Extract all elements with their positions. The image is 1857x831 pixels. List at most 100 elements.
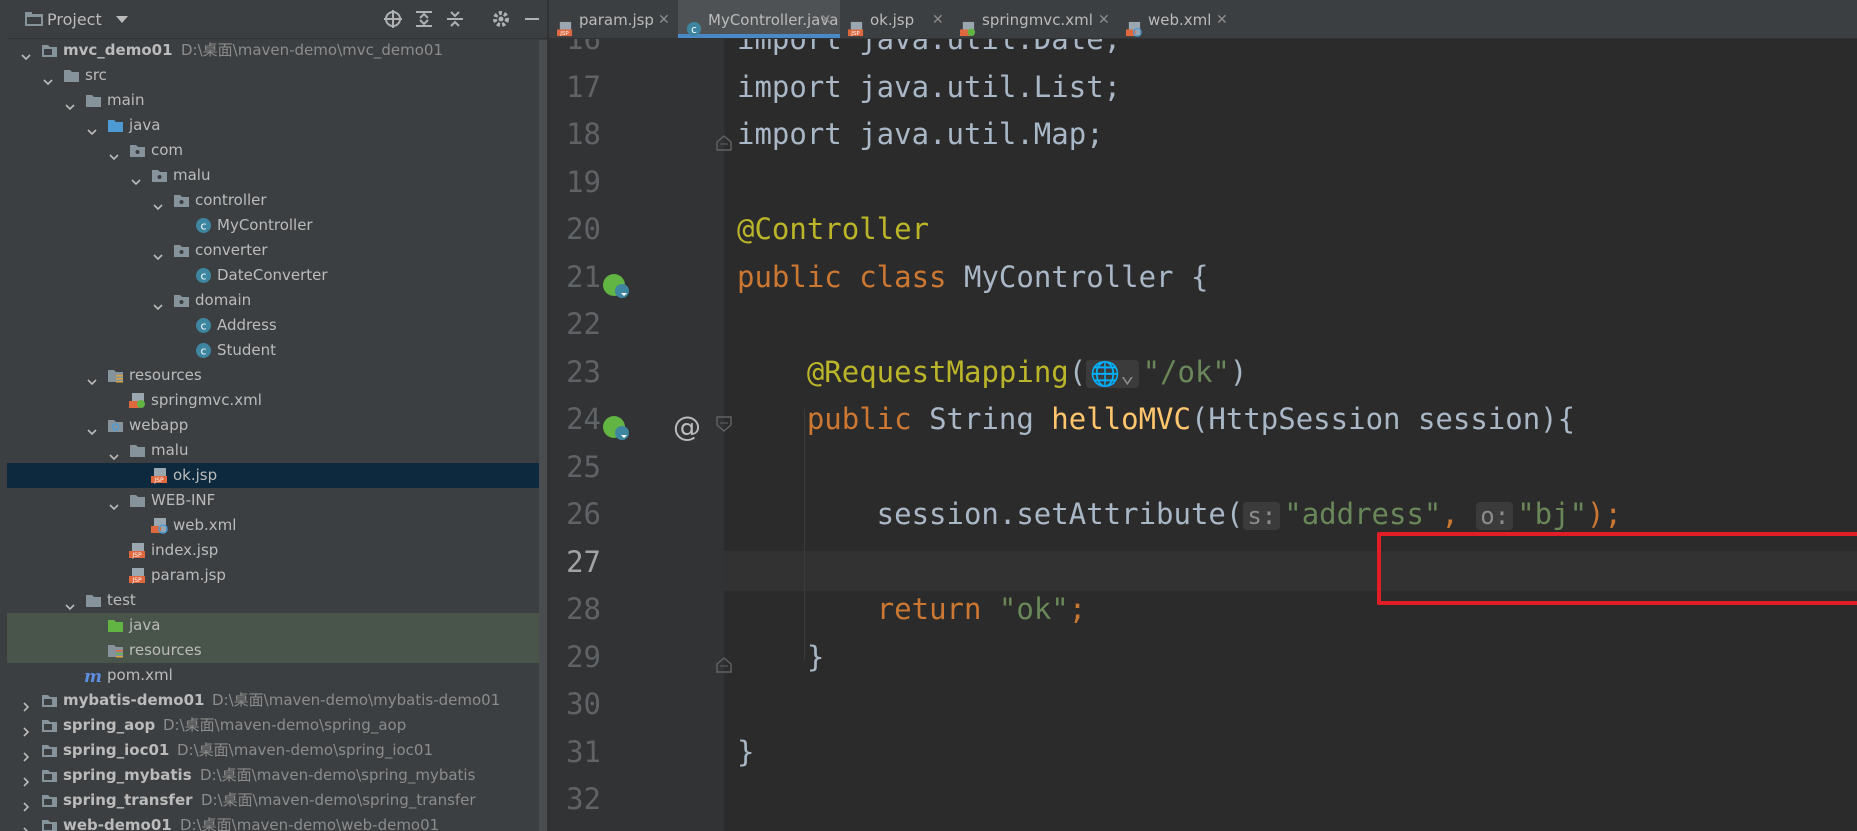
chevron-down-icon[interactable] [109,145,119,161]
tree-item-malu[interactable]: malu [7,163,547,188]
annotation-gutter-icon[interactable]: @ [673,410,701,443]
tab-web-xml[interactable]: web.xml ✕ [1118,0,1236,38]
tree-item-spring-transfer[interactable]: spring_transfer D:\桌面\maven-demo\spring_t… [7,788,547,813]
tree-item-spring-ioc01[interactable]: spring_ioc01 D:\桌面\maven-demo\spring_ioc0… [7,738,547,763]
tree-item-mybatis-demo01[interactable]: mybatis-demo01 D:\桌面\maven-demo\mybatis-d… [7,688,547,713]
code-line[interactable]: return "ok"; [737,592,1087,626]
locate-icon[interactable] [383,9,403,29]
chevron-right-icon[interactable] [21,720,31,737]
editor-tab-bar: JSP param.jsp ✕ c MyController.java ✕ JSP ok.js… [549,0,1857,39]
close-icon[interactable]: ✕ [932,0,944,40]
chevron-down-icon[interactable] [116,16,128,23]
module-path: D:\桌面\maven-demo\spring_ioc01 [177,741,434,759]
tree-item-index-jsp[interactable]: JSP index.jsp [7,538,547,563]
chevron-down-icon[interactable] [21,45,31,61]
chevron-down-icon[interactable] [109,495,119,511]
tree-item-resources[interactable]: resources [7,638,547,663]
close-icon[interactable]: ✕ [820,0,832,40]
chevron-right-icon[interactable] [21,770,31,787]
tree-item-domain[interactable]: domain [7,288,547,313]
code-token: String [929,402,1052,436]
expand-all-icon[interactable] [414,9,434,29]
tree-item-web-demo01[interactable]: web-demo01 D:\桌面\maven-demo\web-demo01 [7,813,547,831]
code-line[interactable]: session.setAttribute(s: "address", o: "bj"… [737,497,1622,531]
tab-mycontroller-java[interactable]: c MyController.java ✕ [678,0,840,38]
java-class-icon: c [686,12,702,37]
tree-item-springmvc-xml[interactable]: springmvc.xml [7,388,547,413]
gear-icon[interactable] [491,9,511,29]
chevron-down-icon[interactable] [87,370,97,386]
fold-end-icon[interactable] [716,657,732,673]
svg-text:JSP: JSP [131,552,142,559]
chevron-down-icon[interactable] [131,170,141,186]
collapse-all-icon[interactable] [445,9,465,29]
code-line[interactable]: public String helloMVC(HttpSession sessi… [737,402,1575,436]
code-token: import java.util.Map; [737,117,1104,151]
close-icon[interactable]: ✕ [1216,0,1228,40]
fold-start-icon[interactable] [716,416,732,432]
tree-item-pom-xml[interactable]: m pom.xml [7,663,547,688]
code-line[interactable]: import java.util.List; [737,70,1121,104]
code-line[interactable]: @RequestMapping(🌐⌄ "/ok") [737,355,1248,389]
tree-item-spring-mybatis[interactable]: spring_mybatis D:\桌面\maven-demo\spring_my… [7,763,547,788]
code-line[interactable]: @Controller [737,212,929,246]
tree-scrollbar[interactable] [539,40,547,831]
tree-item-converter[interactable]: converter [7,238,547,263]
code-editor[interactable]: 16 17 18 19 20 21 22 23 24 25 26 27 28 29 30 31 32 impor… [549,39,1857,831]
chevron-down-icon[interactable] [65,595,75,611]
chevron-right-icon[interactable] [21,820,31,831]
spring-bean-icon[interactable] [601,271,631,301]
tree-item-malu[interactable]: malu [7,438,547,463]
tab-springmvc-xml[interactable]: springmvc.xml ✕ [952,0,1118,38]
code-token: , [1441,497,1477,531]
tree-item-param-jsp[interactable]: JSP param.jsp [7,563,547,588]
tree-item-java[interactable]: java [7,113,547,138]
tree-item-label: malu [151,441,189,459]
tree-item-web-xml[interactable]: web.xml [7,513,547,538]
project-panel-title[interactable]: Project [47,10,102,29]
tree-item-test[interactable]: test [7,588,547,613]
tab-param-jsp[interactable]: JSP param.jsp ✕ [549,0,678,38]
chevron-right-icon[interactable] [21,745,31,762]
tree-item-dateconverter[interactable]: c DateConverter [7,263,547,288]
tree-item-webapp[interactable]: webapp [7,413,547,438]
tree-item-label: spring_aop [63,716,156,734]
tree-item-address[interactable]: c Address [7,313,547,338]
tree-item-ok-jsp[interactable]: JSP ok.jsp [7,463,547,488]
tree-item-main[interactable]: main [7,88,547,113]
spring-request-mapping-icon[interactable] [601,413,631,443]
code-line[interactable]: public class MyController { [737,260,1208,294]
tree-item-com[interactable]: com [7,138,547,163]
chevron-down-icon[interactable] [87,420,97,436]
chevron-right-icon[interactable] [21,795,31,812]
chevron-down-icon[interactable] [109,445,119,461]
tree-item-label: controller [195,191,267,209]
tree-item-controller[interactable]: controller [7,188,547,213]
tree-item-student[interactable]: c Student [7,338,547,363]
chevron-down-icon[interactable] [153,295,163,311]
tree-item-src[interactable]: src [7,63,547,88]
close-icon[interactable]: ✕ [658,0,670,40]
code-line[interactable]: import java.util.Map; [737,117,1104,151]
tree-item-mvc-demo01[interactable]: mvc_demo01 D:\桌面\maven-demo\mvc_demo01 [7,38,547,63]
chevron-down-icon[interactable] [43,70,53,86]
tree-item-resources[interactable]: resources [7,363,547,388]
tree-item-web-inf[interactable]: WEB-INF [7,488,547,513]
chevron-down-icon[interactable] [87,120,97,136]
code-line[interactable]: import java.util.Date; [737,39,1121,56]
svg-text:JSP: JSP [850,31,860,37]
tree-item-mycontroller[interactable]: c MyController [7,213,547,238]
code-line[interactable]: } [737,735,754,769]
tree-item-spring-aop[interactable]: spring_aop D:\桌面\maven-demo\spring_aop [7,713,547,738]
tree-item-java[interactable]: java [7,613,547,638]
code-line[interactable]: } [737,640,824,674]
close-icon[interactable]: ✕ [1098,0,1110,40]
chevron-right-icon[interactable] [21,695,31,712]
chevron-down-icon[interactable] [65,95,75,111]
minimize-icon[interactable] [522,9,542,29]
chevron-down-icon[interactable] [153,245,163,261]
fold-end-icon[interactable] [716,135,732,151]
chevron-down-icon[interactable] [153,195,163,211]
tab-ok-jsp[interactable]: JSP ok.jsp ✕ [840,0,952,38]
svg-text:m: m [85,667,102,684]
